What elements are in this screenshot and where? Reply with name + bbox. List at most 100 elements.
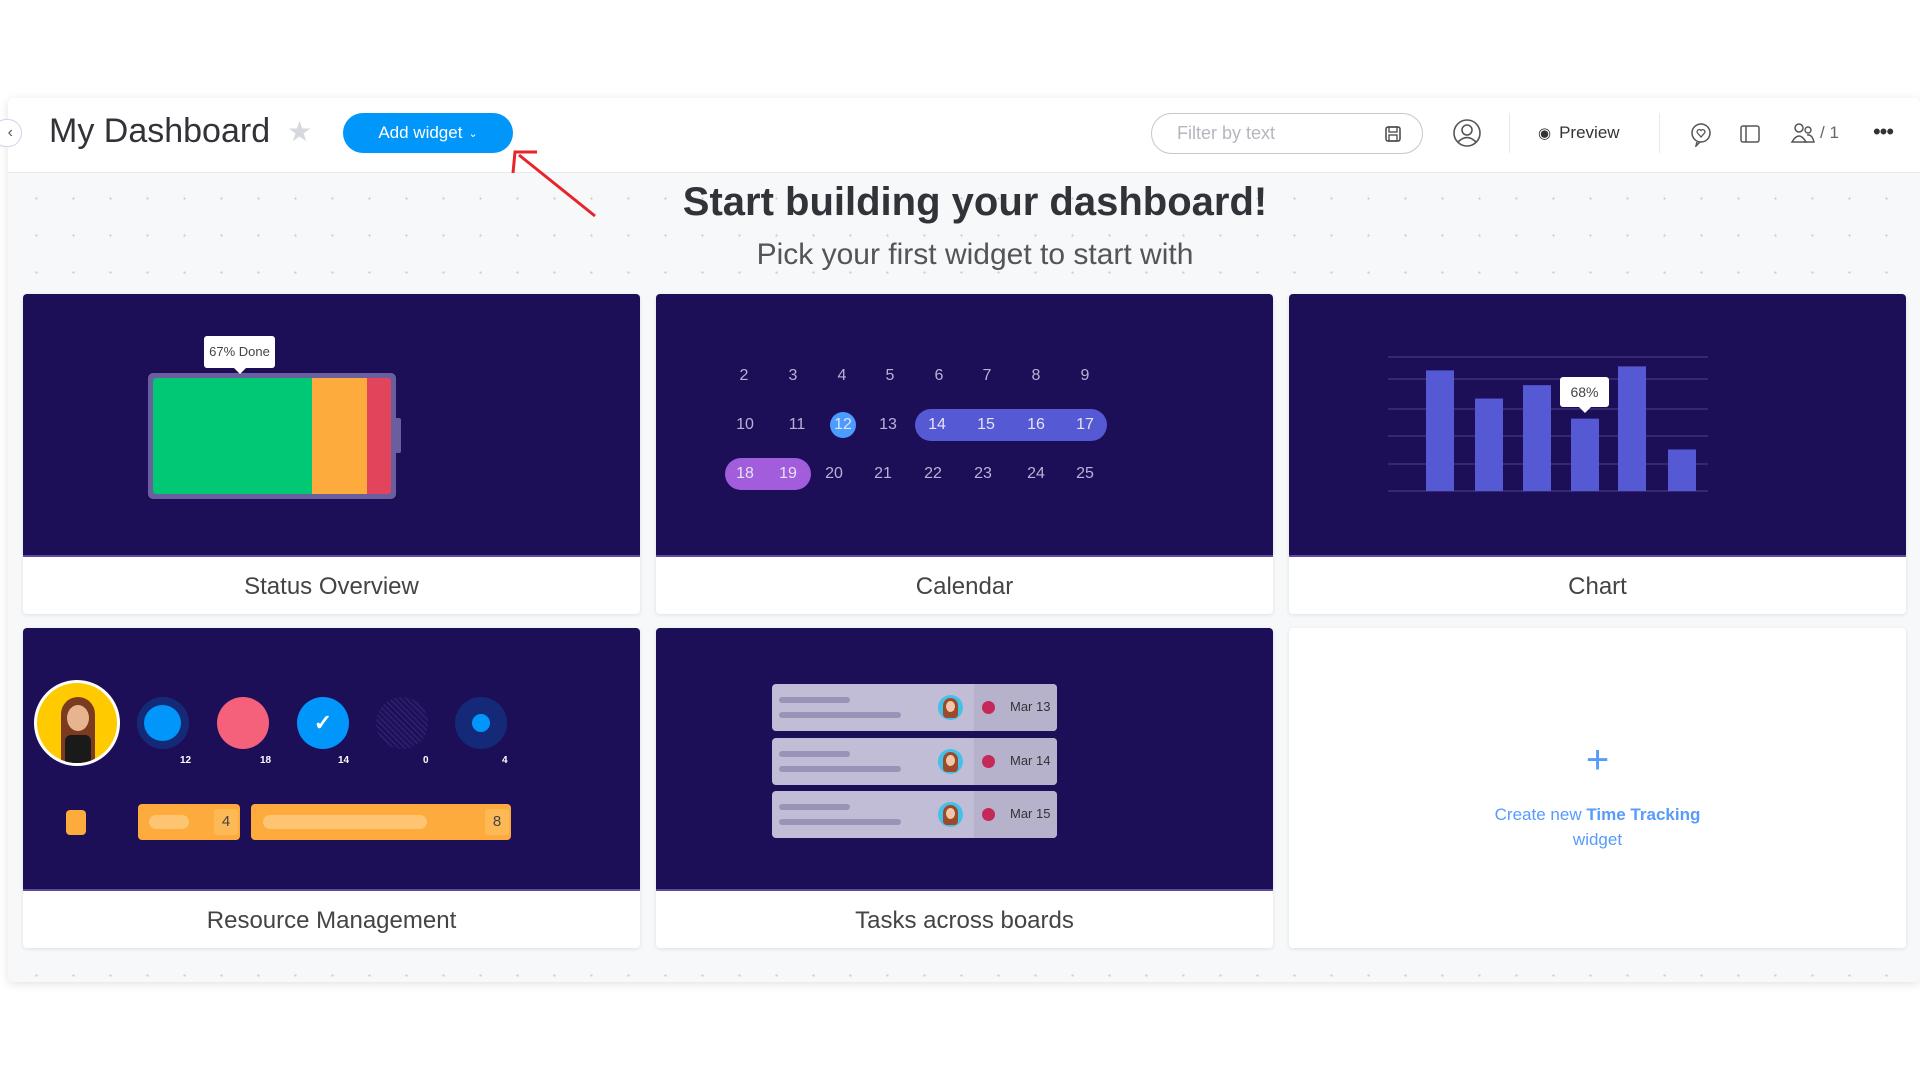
widget-label: Tasks across boards: [855, 907, 1074, 934]
eye-icon: ◉: [1538, 125, 1552, 142]
count-label: 0: [423, 755, 429, 766]
calendar-day: 7: [982, 367, 992, 384]
workload-bar: 4: [138, 804, 240, 840]
calendar-day: 12: [834, 416, 852, 433]
check-icon: ✓: [297, 697, 349, 749]
calendar-day: 24: [1027, 465, 1045, 482]
battery-icon: [148, 373, 401, 499]
due-date: Mar 15: [1010, 806, 1051, 821]
alert-icon: [982, 808, 995, 821]
chevron-down-icon: ⌄: [468, 127, 478, 140]
widget-card-resource-management[interactable]: ✓ 12 18 14 0 4 4 8 Resource Management: [23, 628, 640, 948]
count-label: 12: [180, 755, 192, 766]
calendar-day: 19: [779, 465, 797, 482]
widget-card-status-overview[interactable]: 67% Done Status Overview: [23, 294, 640, 614]
empty-state-subheading: Pick your first widget to start with: [756, 238, 1194, 271]
avatar: [938, 802, 963, 827]
add-widget-button[interactable]: Add widget ⌄: [343, 113, 513, 153]
chart-preview: 68%: [1289, 294, 1906, 557]
widget-card-calendar[interactable]: 2 3 4 5 6 7 8 9 10 11 12 13 14 15 16 17 18 19 20 21 22 23 24 25…: [656, 294, 1273, 614]
calendar-day: 22: [924, 465, 942, 482]
calendar-day: 16: [1027, 416, 1045, 433]
status-segment-done: [153, 378, 313, 494]
date-cell: Mar 14: [974, 737, 1057, 785]
placeholder-line: [779, 750, 850, 757]
widget-label: Status Overview: [244, 573, 419, 600]
chart-bar: [1523, 385, 1551, 491]
due-date: Mar 13: [1010, 699, 1051, 714]
chart-bar: [1668, 449, 1696, 491]
status-circle: [376, 697, 428, 749]
placeholder-line: [779, 819, 901, 825]
workload-value: 4: [214, 809, 238, 835]
placeholder-line: [779, 765, 901, 772]
person-filter-icon[interactable]: [1452, 118, 1482, 148]
preview-button[interactable]: ◉ Preview: [1538, 120, 1620, 146]
avatar: [938, 695, 963, 720]
count-label: 18: [260, 755, 272, 766]
calendar-day: 10: [736, 416, 754, 433]
chart-bar: [1618, 366, 1646, 491]
members-button[interactable]: / 1: [1790, 120, 1839, 146]
workload-value: 8: [485, 809, 509, 835]
task-row: Mar 15: [772, 791, 1057, 838]
chart-tooltip: 68%: [1560, 377, 1609, 413]
alert-icon: [982, 701, 995, 714]
bar-chart: [1388, 356, 1708, 492]
status-circle: [137, 697, 189, 749]
heart-chat-icon[interactable]: [1689, 121, 1713, 147]
widget-label: Chart: [1568, 573, 1627, 600]
avatar: [938, 748, 963, 774]
calendar-day: 3: [788, 367, 798, 384]
members-count: / 1: [1820, 123, 1839, 142]
placeholder-line: [779, 804, 850, 810]
calendar-day: 25: [1076, 465, 1094, 482]
task-row: Mar 13: [772, 684, 1057, 731]
chart-bar: [1475, 398, 1503, 491]
divider: [1659, 113, 1660, 153]
plus-icon: +: [1585, 738, 1610, 782]
side-panel-icon[interactable]: [1739, 123, 1761, 145]
more-options-icon[interactable]: •••: [1868, 118, 1898, 146]
calendar-day: 2: [739, 367, 749, 384]
calendar-day: 13: [879, 416, 897, 433]
chevron-left-icon: ‹: [7, 124, 13, 141]
calendar-day: 6: [934, 367, 944, 384]
divider: [1509, 113, 1510, 153]
filter-input[interactable]: [1151, 113, 1423, 154]
chart-bar: [1426, 370, 1454, 491]
widget-type-name: Time Tracking: [1586, 805, 1701, 824]
filter-text-field[interactable]: [1177, 123, 1377, 144]
calendar-preview: 2 3 4 5 6 7 8 9 10 11 12 13 14 15 16 17 18 19 20 21 22 23 24 25: [656, 294, 1273, 557]
calendar-day: 23: [974, 465, 992, 482]
task-row: Mar 14: [772, 737, 1057, 785]
save-icon[interactable]: [1384, 125, 1402, 143]
create-time-tracking-widget[interactable]: + Create new Time Tracking widget: [1289, 628, 1906, 948]
done-tooltip: 67% Done: [204, 336, 275, 374]
status-circle: [455, 697, 507, 749]
calendar-day: 8: [1031, 367, 1041, 384]
count-label: 14: [338, 755, 350, 766]
calendar-day: 14: [928, 416, 946, 433]
widget-label: Calendar: [915, 573, 1014, 600]
widget-card-tasks-across-boards[interactable]: Mar 13 Mar 14 Mar 15 Tasks across boards: [656, 628, 1273, 948]
widget-card-chart[interactable]: 68% Chart: [1289, 294, 1906, 614]
empty-state-heading: Start building your dashboard!: [682, 180, 1268, 224]
favorite-star-icon[interactable]: ★: [287, 115, 312, 148]
preview-label: Preview: [1559, 123, 1620, 142]
calendar-day: 17: [1076, 416, 1094, 433]
calendar-day: 18: [736, 465, 754, 482]
calendar-day: 11: [788, 416, 806, 433]
count-label: 4: [502, 755, 508, 766]
create-widget-text[interactable]: Create new Time Tracking widget: [1289, 802, 1906, 852]
calendar-day: 9: [1080, 367, 1090, 384]
users-icon: [1790, 123, 1815, 143]
calendar-day: 21: [874, 465, 892, 482]
date-cell: Mar 13: [974, 684, 1057, 731]
due-date: Mar 14: [1010, 752, 1051, 768]
calendar-day: 5: [885, 367, 895, 384]
create-suffix: widget: [1572, 830, 1623, 849]
status-overview-preview: 67% Done: [23, 294, 640, 557]
create-prefix: Create new: [1494, 805, 1582, 824]
chart-bar: [1571, 418, 1599, 491]
